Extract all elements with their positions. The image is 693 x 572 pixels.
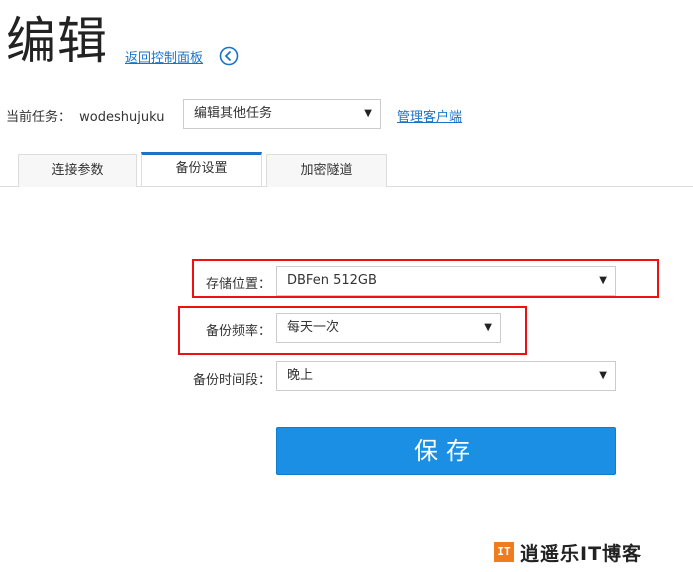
time-slot-select[interactable]: 晚上 ▼ (276, 361, 616, 391)
frequency-select-value: 每天一次 (287, 320, 340, 335)
tab-connection-params[interactable]: 连接参数 (18, 154, 137, 187)
watermark: IT 逍遥乐IT博客 (494, 540, 643, 565)
back-to-control-panel-link[interactable]: 返回控制面板 (125, 47, 203, 66)
storage-select-value: DBFen 512GB (287, 273, 377, 288)
time-slot-label: 备份时间段： (192, 373, 271, 388)
tab-encrypted-tunnel[interactable]: 加密隧道 (266, 154, 387, 187)
storage-label: 存储位置： (205, 277, 271, 292)
tab-backup-settings[interactable]: 备份设置 (141, 152, 262, 186)
it-logo-icon: IT (494, 542, 514, 562)
back-arrow-icon[interactable] (219, 46, 239, 66)
storage-select[interactable]: DBFen 512GB ▼ (276, 266, 616, 296)
caret-down-icon: ▼ (364, 108, 372, 119)
watermark-text: 逍遥乐IT博客 (520, 542, 643, 565)
other-task-select-value: 编辑其他任务 (194, 106, 273, 121)
save-button[interactable]: 保存 (276, 427, 616, 475)
other-task-select[interactable]: 编辑其他任务 ▼ (183, 99, 381, 129)
frequency-label: 备份频率： (205, 324, 271, 339)
frequency-select[interactable]: 每天一次 ▼ (276, 313, 501, 343)
caret-down-icon: ▼ (599, 370, 607, 381)
current-task: 当前任务： wodeshujuku (6, 106, 164, 125)
current-task-label: 当前任务： (6, 110, 72, 125)
manage-client-link[interactable]: 管理客户端 (397, 106, 462, 125)
caret-down-icon: ▼ (484, 322, 492, 333)
caret-down-icon: ▼ (599, 275, 607, 286)
current-task-name: wodeshujuku (79, 110, 165, 125)
time-slot-select-value: 晚上 (287, 368, 314, 383)
page-title: 编辑 (6, 12, 108, 70)
